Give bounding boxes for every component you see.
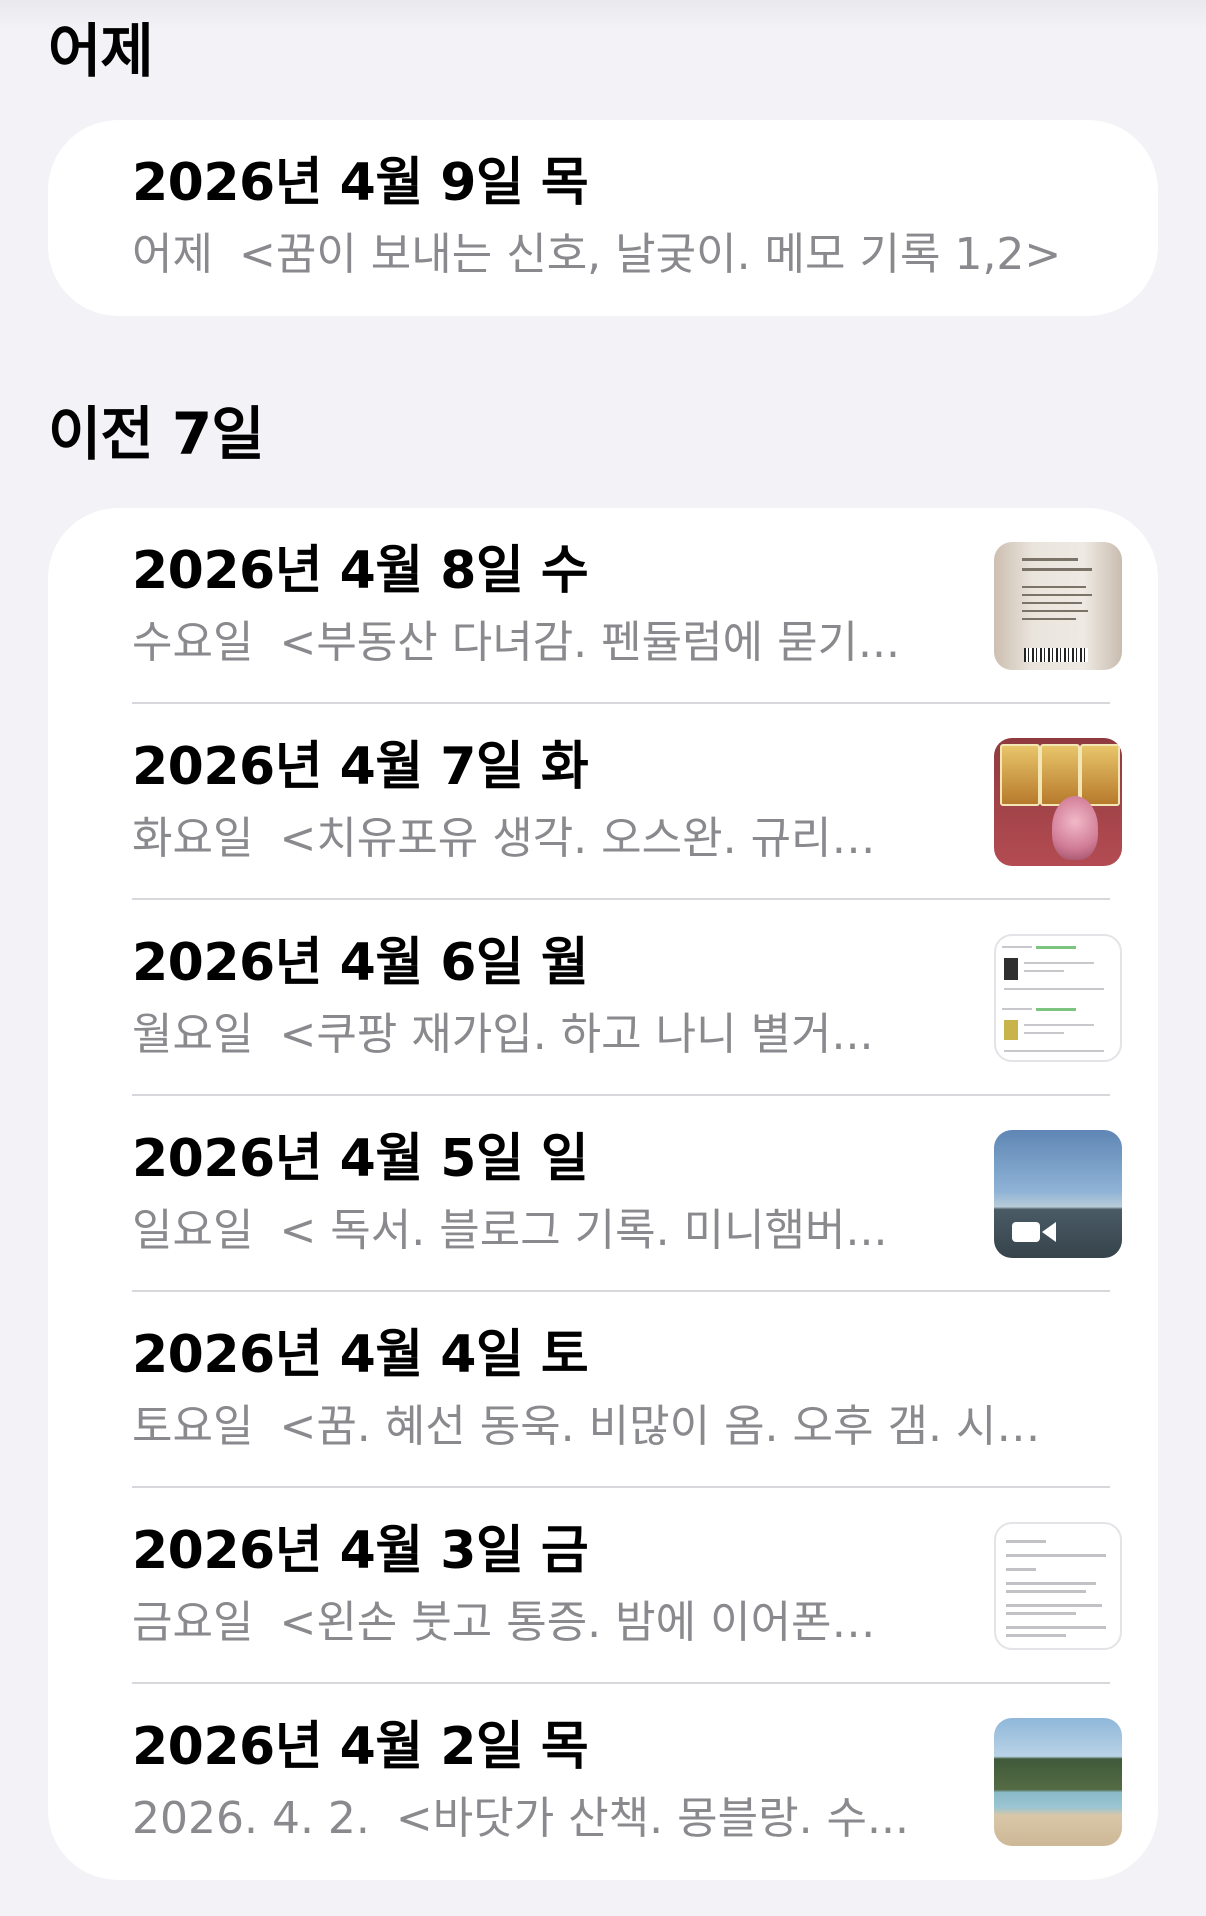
entry-title: 2026년 4월 4일 토 bbox=[132, 1325, 589, 1385]
entry-prefix: 화요일 bbox=[132, 814, 254, 864]
entry-preview-text: <꿈이 보내는 신호, 날궂이. 메모 기록 1,2> bbox=[238, 230, 1062, 280]
entry-preview: 수요일 <부동산 다녀감. 펜듈럼에 묻기... bbox=[132, 618, 962, 669]
section-header-previous-7-days: 이전 7일 bbox=[48, 400, 265, 468]
entry-preview-text: <부동산 다녀감. 펜듈럼에 묻기... bbox=[279, 618, 900, 668]
entry-preview-text: <꿈. 혜선 동욱. 비많이 옴. 오후 갬. 시… bbox=[279, 1402, 1041, 1452]
list-item[interactable]: 2026년 4월 7일 화 화요일 <치유포유 생각. 오스완. 규리… bbox=[48, 704, 1158, 900]
product-label-thumbnail bbox=[994, 542, 1122, 670]
list-item[interactable]: 2026년 4월 2일 목 2026. 4. 2. <바닷가 산책. 몽블랑. 수… bbox=[48, 1684, 1158, 1880]
entry-preview-text: < 독서. 블로그 기록. 미니햄버... bbox=[279, 1206, 888, 1256]
screenshot-thumbnail bbox=[994, 934, 1122, 1062]
entry-title: 2026년 4월 7일 화 bbox=[132, 737, 589, 797]
entry-preview: 금요일 <왼손 붓고 통증. 밤에 이어폰… bbox=[132, 1598, 962, 1649]
entry-preview: 어제 <꿈이 보내는 신호, 날궂이. 메모 기록 1,2> bbox=[132, 230, 1132, 281]
entry-preview: 2026. 4. 2. <바닷가 산책. 몽블랑. 수... bbox=[132, 1794, 962, 1845]
top-fade bbox=[0, 0, 1206, 30]
video-camera-icon bbox=[1012, 1222, 1040, 1242]
entry-title: 2026년 4월 8일 수 bbox=[132, 541, 589, 601]
entry-preview: 월요일 <쿠팡 재가입. 하고 나니 별거... bbox=[132, 1010, 962, 1061]
list-item[interactable]: 2026년 4월 9일 목 어제 <꿈이 보내는 신호, 날궂이. 메모 기록 1… bbox=[48, 120, 1158, 316]
entry-title: 2026년 4월 9일 목 bbox=[132, 153, 589, 213]
entry-title: 2026년 4월 6일 월 bbox=[132, 933, 589, 993]
entry-prefix: 일요일 bbox=[132, 1206, 254, 1256]
entry-preview-text: <바닷가 산책. 몽블랑. 수... bbox=[395, 1794, 909, 1844]
document-thumbnail bbox=[994, 1522, 1122, 1650]
previous-7-days-card: 2026년 4월 8일 수 수요일 <부동산 다녀감. 펜듈럼에 묻기... 20… bbox=[48, 508, 1158, 1880]
entry-preview-text: <쿠팡 재가입. 하고 나니 별거... bbox=[279, 1010, 874, 1060]
list-item[interactable]: 2026년 4월 8일 수 수요일 <부동산 다녀감. 펜듈럼에 묻기... bbox=[48, 508, 1158, 704]
entry-title: 2026년 4월 2일 목 bbox=[132, 1717, 589, 1777]
tarot-cards-thumbnail bbox=[994, 738, 1122, 866]
entry-preview: 화요일 <치유포유 생각. 오스완. 규리… bbox=[132, 814, 962, 865]
list-item[interactable]: 2026년 4월 4일 토 토요일 <꿈. 혜선 동욱. 비많이 옴. 오후 갬.… bbox=[48, 1292, 1158, 1488]
entry-prefix: 수요일 bbox=[132, 618, 254, 668]
video-thumbnail bbox=[994, 1130, 1122, 1258]
entry-preview: 일요일 < 독서. 블로그 기록. 미니햄버... bbox=[132, 1206, 962, 1257]
section-header-yesterday: 어제 bbox=[48, 17, 154, 85]
entry-preview-text: <치유포유 생각. 오스완. 규리… bbox=[279, 814, 876, 864]
list-item[interactable]: 2026년 4월 3일 금 금요일 <왼손 붓고 통증. 밤에 이어폰… bbox=[48, 1488, 1158, 1684]
beach-photo-thumbnail bbox=[994, 1718, 1122, 1846]
entry-preview-text: <왼손 붓고 통증. 밤에 이어폰… bbox=[279, 1598, 876, 1648]
entry-prefix: 2026. 4. 2. bbox=[132, 1794, 370, 1844]
entry-preview: 토요일 <꿈. 혜선 동욱. 비많이 옴. 오후 갬. 시… bbox=[132, 1402, 1092, 1453]
entry-prefix: 금요일 bbox=[132, 1598, 254, 1648]
entry-title: 2026년 4월 5일 일 bbox=[132, 1129, 589, 1189]
list-item[interactable]: 2026년 4월 6일 월 월요일 <쿠팡 재가입. 하고 나니 별거... bbox=[48, 900, 1158, 1096]
yesterday-card: 2026년 4월 9일 목 어제 <꿈이 보내는 신호, 날궂이. 메모 기록 1… bbox=[48, 120, 1158, 316]
entry-prefix: 토요일 bbox=[132, 1402, 254, 1452]
entry-prefix: 월요일 bbox=[132, 1010, 254, 1060]
entry-title: 2026년 4월 3일 금 bbox=[132, 1521, 589, 1581]
entry-prefix: 어제 bbox=[132, 230, 213, 280]
list-item[interactable]: 2026년 4월 5일 일 일요일 < 독서. 블로그 기록. 미니햄버... bbox=[48, 1096, 1158, 1292]
